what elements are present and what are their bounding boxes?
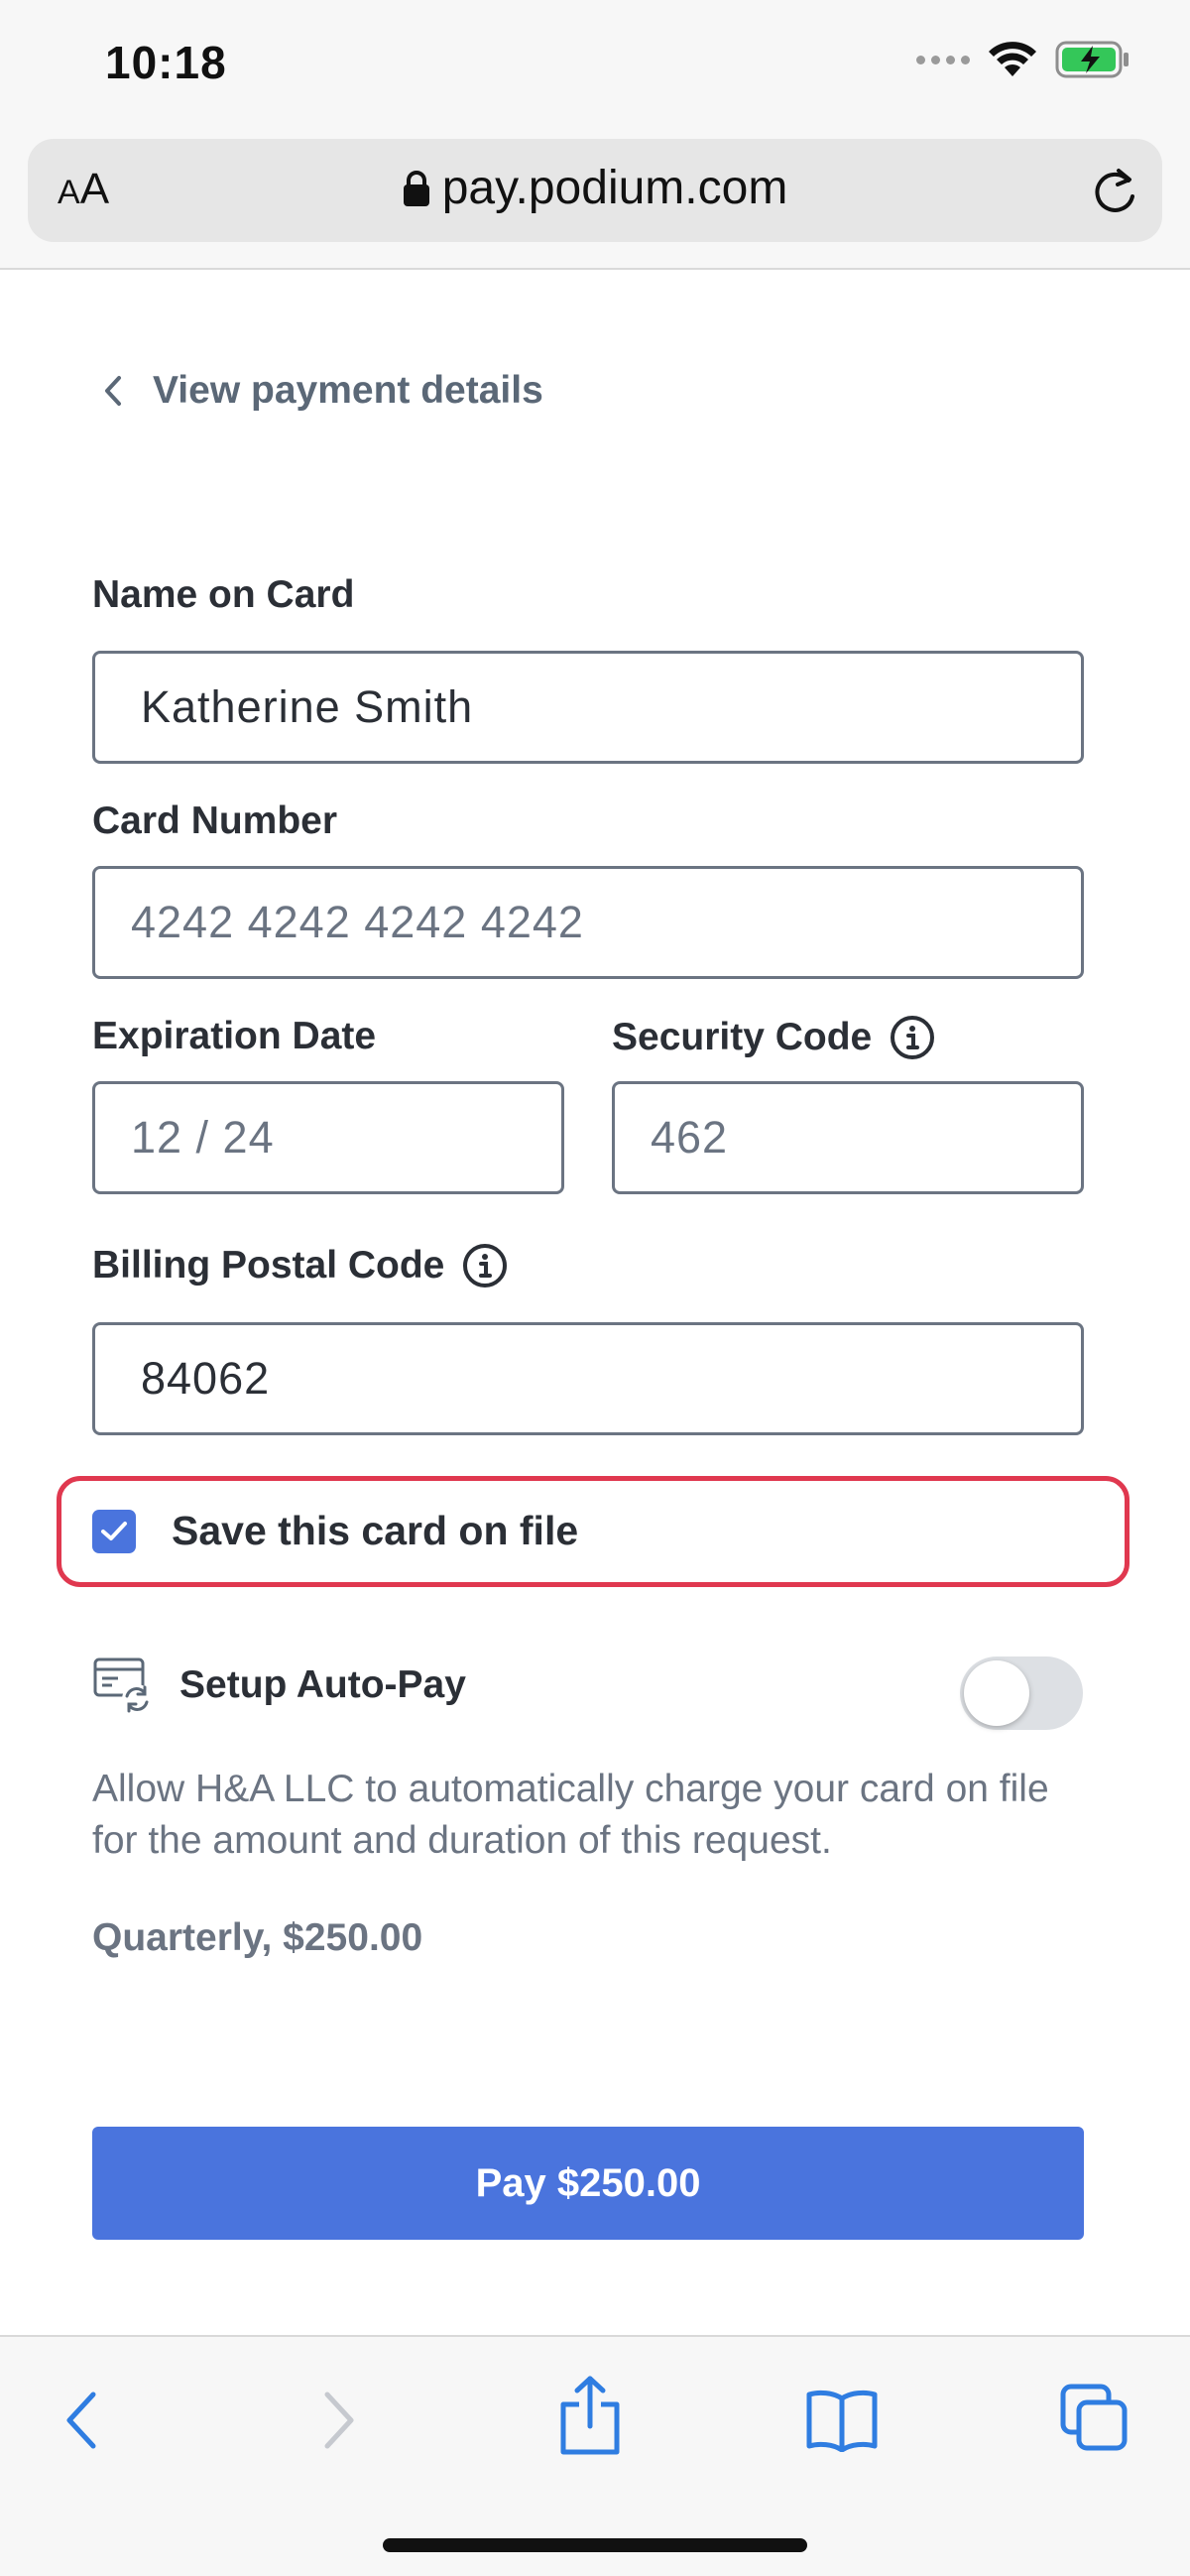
security-code-input[interactable]: 462	[612, 1081, 1084, 1194]
info-icon[interactable]	[462, 1243, 508, 1288]
autopay-toggle[interactable]	[960, 1656, 1083, 1730]
url-text: pay.podium.com	[441, 162, 788, 214]
reload-icon[interactable]	[1089, 163, 1140, 218]
battery-charging-icon	[1055, 41, 1129, 78]
card-number-label: Card Number	[92, 799, 338, 842]
view-payment-details-link[interactable]: View payment details	[103, 369, 543, 413]
save-card-checkbox[interactable]	[92, 1509, 136, 1553]
lock-icon	[403, 170, 429, 206]
recurring-payment-icon	[93, 1657, 152, 1714]
expiration-date-label: Expiration Date	[92, 1015, 377, 1057]
name-on-card-input[interactable]: Katherine Smith	[92, 651, 1084, 764]
back-arrow-icon[interactable]	[61, 2389, 101, 2452]
forward-arrow-icon[interactable]	[319, 2389, 359, 2452]
cellular-signal-icon	[916, 55, 970, 64]
pay-button[interactable]: Pay $250.00	[92, 2127, 1084, 2240]
address-bar[interactable]: AA pay.podium.com	[28, 139, 1162, 242]
name-on-card-label: Name on Card	[92, 573, 355, 616]
status-time: 10:18	[105, 37, 227, 88]
card-number-input[interactable]: 4242 4242 4242 4242	[92, 866, 1084, 979]
checkmark-icon	[101, 1521, 127, 1540]
back-link-label: View payment details	[153, 369, 543, 412]
status-icons	[916, 40, 1130, 79]
tabs-icon[interactable]	[1059, 2383, 1129, 2452]
autopay-label: Setup Auto-Pay	[179, 1663, 466, 1706]
wifi-icon	[989, 42, 1036, 76]
chevron-left-icon	[105, 376, 121, 406]
bookmarks-icon[interactable]	[805, 2389, 879, 2452]
save-card-row[interactable]: Save this card on file	[92, 1508, 578, 1554]
url-display[interactable]: pay.podium.com	[28, 161, 1162, 215]
info-icon[interactable]	[890, 1015, 935, 1060]
expiration-date-input[interactable]: 12 / 24	[92, 1081, 564, 1194]
autopay-description: Allow H&A LLC to automatically charge yo…	[92, 1768, 1049, 1862]
autopay-schedule: Quarterly, $250.00	[92, 1916, 423, 1959]
home-indicator	[383, 2538, 807, 2552]
billing-postal-code-label: Billing Postal Code	[92, 1243, 508, 1288]
autopay-row: Setup Auto-Pay	[92, 1655, 466, 1716]
security-code-label: Security Code	[612, 1015, 935, 1060]
share-icon[interactable]	[557, 2375, 623, 2456]
save-card-label: Save this card on file	[172, 1508, 579, 1553]
autopay-toggle-knob	[964, 1660, 1029, 1726]
billing-postal-code-input[interactable]: 84062	[92, 1322, 1084, 1435]
browser-top-chrome: 10:18 AA pay.podium.com	[0, 0, 1190, 270]
